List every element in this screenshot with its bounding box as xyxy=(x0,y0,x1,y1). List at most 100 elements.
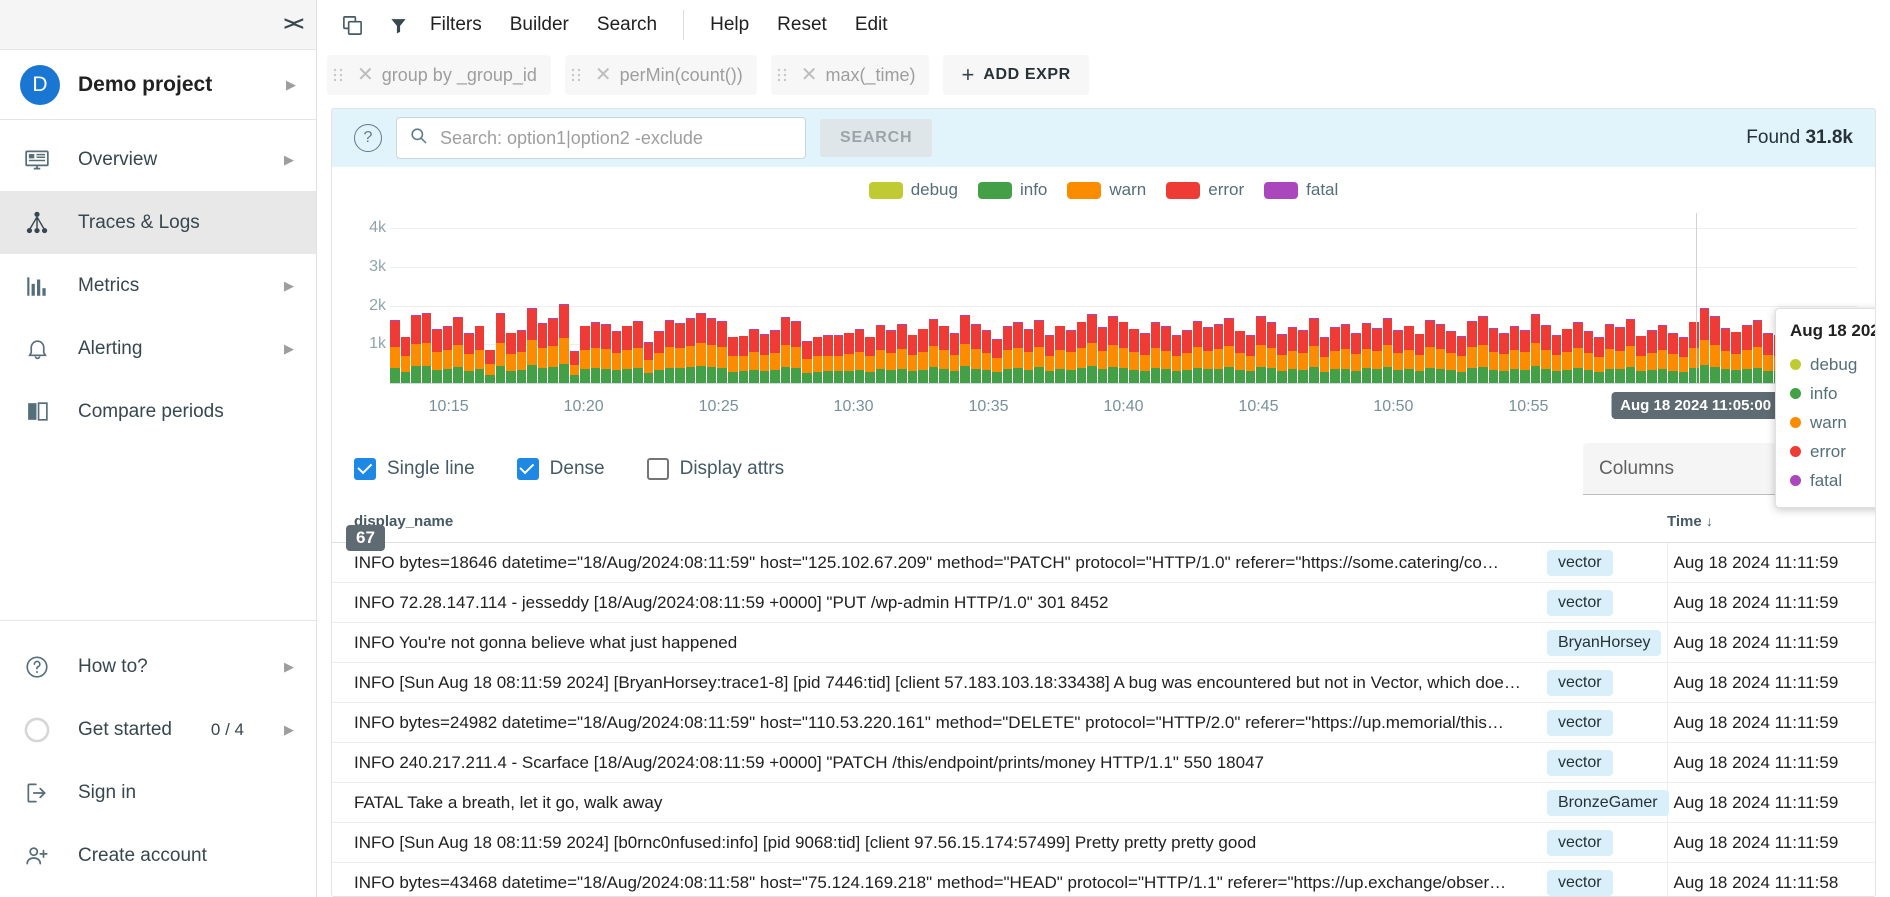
sidebar-item-sign-in[interactable]: Sign in xyxy=(0,761,316,824)
table-row[interactable]: INFO bytes=24982 datetime="18/Aug/2024:0… xyxy=(332,702,1875,743)
chart-bar[interactable] xyxy=(865,336,875,383)
chart-bar[interactable] xyxy=(812,336,823,383)
chart-bar[interactable] xyxy=(928,319,939,383)
collapse-panel-icon[interactable]: >< xyxy=(284,14,304,36)
legend-item-fatal[interactable]: fatal xyxy=(1264,180,1338,200)
checkbox-box[interactable] xyxy=(354,458,376,480)
chart-bar[interactable] xyxy=(1319,337,1330,383)
chart-bar[interactable] xyxy=(1551,334,1562,383)
table-row[interactable]: INFO You're not gonna believe what just … xyxy=(332,622,1875,663)
table-row[interactable]: FATAL Take a breath, let it go, walk awa… xyxy=(332,782,1875,823)
chart-bar[interactable] xyxy=(548,317,558,383)
chart-bar[interactable] xyxy=(1118,321,1129,383)
chart-bar[interactable] xyxy=(886,330,896,383)
chart-bar[interactable] xyxy=(685,318,696,383)
chart-bar[interactable] xyxy=(1488,328,1499,383)
menu-item-filters[interactable]: Filters xyxy=(416,8,496,42)
sidebar-item-metrics[interactable]: Metrics ▶ xyxy=(0,254,316,317)
source-badge[interactable]: vector xyxy=(1547,829,1613,856)
menu-item-reset[interactable]: Reset xyxy=(763,8,841,42)
chevron-right-icon[interactable]: ▶ xyxy=(284,659,294,675)
chart-bar[interactable] xyxy=(696,312,706,383)
chart-bar[interactable] xyxy=(759,333,770,383)
chart-bar[interactable] xyxy=(728,336,738,383)
chart-bar[interactable] xyxy=(1710,315,1720,383)
checkbox-box[interactable] xyxy=(646,458,669,480)
chart-bar[interactable] xyxy=(1192,320,1203,383)
menu-item-edit[interactable]: Edit xyxy=(841,8,902,42)
chart-bar[interactable] xyxy=(601,324,611,383)
chart-bar[interactable] xyxy=(992,339,1002,383)
chart-bar[interactable] xyxy=(400,336,411,383)
chart-bar[interactable] xyxy=(1435,323,1446,383)
chart-bar[interactable] xyxy=(1044,335,1055,383)
chart-bar[interactable] xyxy=(1636,335,1646,383)
chart-bar[interactable] xyxy=(1330,326,1340,383)
remove-expression-icon[interactable]: ✕ xyxy=(349,65,382,85)
add-expr-button[interactable]: + ADD EXPR xyxy=(943,55,1089,95)
source-badge[interactable]: vector xyxy=(1547,709,1613,736)
chart-bar[interactable] xyxy=(421,313,432,383)
chart-bar[interactable] xyxy=(749,328,759,383)
chart-bar[interactable] xyxy=(474,325,485,383)
drag-handle-icon[interactable] xyxy=(771,67,793,83)
chart-bar[interactable] xyxy=(1023,329,1034,383)
sidebar-item-overview[interactable]: Overview ▶ xyxy=(0,128,316,191)
table-row[interactable]: INFO bytes=43468 datetime="18/Aug/2024:0… xyxy=(332,862,1875,896)
sidebar-item-traces-and-logs[interactable]: Traces & Logs xyxy=(0,191,316,254)
chart-bar[interactable] xyxy=(1456,336,1467,383)
chart-bar[interactable] xyxy=(1076,321,1087,383)
expression-chip[interactable]: ✕ group by _group_id xyxy=(327,55,551,95)
chart-bar[interactable] xyxy=(1256,316,1266,383)
checkbox-box[interactable] xyxy=(516,458,539,480)
sidebar-item-get-started[interactable]: Get started 0 / 4 ▶ xyxy=(0,698,316,761)
chart-bar[interactable] xyxy=(1298,330,1308,383)
chart-bar[interactable] xyxy=(1467,320,1477,383)
chart-bar[interactable] xyxy=(1266,322,1277,383)
chart-bar[interactable] xyxy=(1604,324,1615,383)
chart-bar[interactable] xyxy=(1287,327,1298,383)
chart-bar[interactable] xyxy=(981,330,992,383)
chart-bar[interactable] xyxy=(1213,324,1224,383)
chart-bar[interactable] xyxy=(770,330,780,383)
expression-chip[interactable]: ✕ max(_time) xyxy=(770,55,930,95)
chart-bar[interactable] xyxy=(844,332,854,383)
chart-bar[interactable] xyxy=(1245,335,1256,383)
chart-bar[interactable] xyxy=(463,332,474,383)
chart-bar[interactable] xyxy=(907,334,918,383)
chart-bar[interactable] xyxy=(1520,329,1530,383)
chart-bar[interactable] xyxy=(590,322,601,383)
search-input[interactable] xyxy=(438,126,793,150)
search-button[interactable]: SEARCH xyxy=(820,119,933,157)
chart-bar[interactable] xyxy=(390,320,400,383)
table-row[interactable]: INFO bytes=18646 datetime="18/Aug/2024:0… xyxy=(332,542,1875,583)
chart-bar[interactable] xyxy=(527,308,537,383)
chart-bar[interactable] xyxy=(1689,321,1699,383)
chart-bar[interactable] xyxy=(1477,316,1488,383)
checkbox-single-line[interactable]: Single line xyxy=(354,458,475,480)
chart-plot[interactable]: 1k 2k 3k 4k xyxy=(369,213,1858,383)
chart-bar[interactable] xyxy=(738,335,749,383)
chart-bar[interactable] xyxy=(1530,313,1541,383)
column-header-time[interactable]: Time ↓ xyxy=(1667,509,1875,543)
checkbox-display-attrs[interactable]: Display attrs xyxy=(646,458,784,480)
chart-bar[interactable] xyxy=(1055,325,1065,383)
chart-bar[interactable] xyxy=(960,315,970,383)
drag-handle-icon[interactable] xyxy=(327,67,349,83)
chart-bar[interactable] xyxy=(1720,327,1731,383)
copy-panel-icon[interactable] xyxy=(335,14,369,37)
chart-bar[interactable] xyxy=(1308,318,1319,383)
legend-item-info[interactable]: info xyxy=(977,180,1047,200)
chart-bar[interactable] xyxy=(1224,318,1234,383)
legend-item-error[interactable]: error xyxy=(1166,180,1244,200)
chart-bar[interactable] xyxy=(1361,322,1372,383)
chevron-right-icon[interactable]: ▶ xyxy=(284,278,294,294)
chart-bar[interactable] xyxy=(1425,319,1435,383)
chart-bar[interactable] xyxy=(717,320,727,383)
chart-bar[interactable] xyxy=(1340,324,1351,383)
chart-bar[interactable] xyxy=(411,314,421,383)
chart-bar[interactable] xyxy=(1277,333,1287,383)
chart-bar[interactable] xyxy=(1625,319,1636,383)
chart-bar[interactable] xyxy=(537,322,548,383)
menu-item-builder[interactable]: Builder xyxy=(496,8,583,42)
